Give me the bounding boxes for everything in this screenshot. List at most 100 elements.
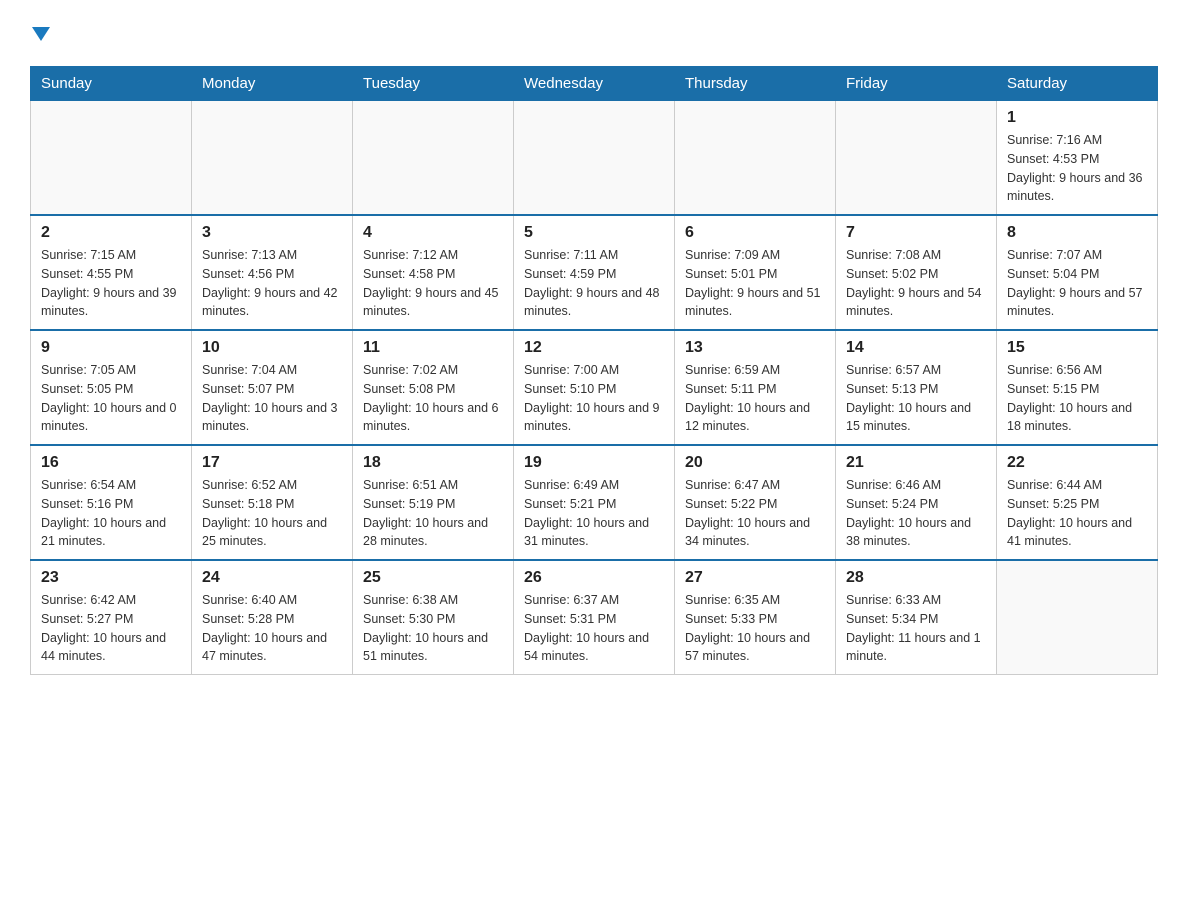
calendar-day xyxy=(836,101,997,216)
day-info: Sunrise: 6:47 AMSunset: 5:22 PMDaylight:… xyxy=(685,476,825,551)
calendar-day: 22 Sunrise: 6:44 AMSunset: 5:25 PMDayligh… xyxy=(997,445,1158,560)
calendar-day xyxy=(31,101,192,216)
day-info: Sunrise: 7:08 AMSunset: 5:02 PMDaylight:… xyxy=(846,246,986,321)
weekday-header-friday: Friday xyxy=(836,67,997,101)
calendar-day xyxy=(192,101,353,216)
day-info: Sunrise: 7:12 AMSunset: 4:58 PMDaylight:… xyxy=(363,246,503,321)
weekday-header-row: SundayMondayTuesdayWednesdayThursdayFrid… xyxy=(31,67,1158,101)
calendar-day: 6 Sunrise: 7:09 AMSunset: 5:01 PMDaylight… xyxy=(675,215,836,330)
calendar-day: 7 Sunrise: 7:08 AMSunset: 5:02 PMDaylight… xyxy=(836,215,997,330)
calendar-week-row: 2 Sunrise: 7:15 AMSunset: 4:55 PMDaylight… xyxy=(31,215,1158,330)
calendar-week-row: 23 Sunrise: 6:42 AMSunset: 5:27 PMDayligh… xyxy=(31,560,1158,675)
day-info: Sunrise: 7:02 AMSunset: 5:08 PMDaylight:… xyxy=(363,361,503,436)
day-number: 8 xyxy=(1007,224,1147,242)
day-info: Sunrise: 6:59 AMSunset: 5:11 PMDaylight:… xyxy=(685,361,825,436)
calendar-day: 1 Sunrise: 7:16 AMSunset: 4:53 PMDaylight… xyxy=(997,101,1158,216)
weekday-header-wednesday: Wednesday xyxy=(514,67,675,101)
day-number: 14 xyxy=(846,339,986,357)
day-number: 19 xyxy=(524,454,664,472)
day-info: Sunrise: 7:16 AMSunset: 4:53 PMDaylight:… xyxy=(1007,131,1147,206)
weekday-header-thursday: Thursday xyxy=(675,67,836,101)
calendar-day: 19 Sunrise: 6:49 AMSunset: 5:21 PMDayligh… xyxy=(514,445,675,560)
day-info: Sunrise: 6:52 AMSunset: 5:18 PMDaylight:… xyxy=(202,476,342,551)
day-number: 5 xyxy=(524,224,664,242)
day-info: Sunrise: 7:05 AMSunset: 5:05 PMDaylight:… xyxy=(41,361,181,436)
day-number: 24 xyxy=(202,569,342,587)
day-info: Sunrise: 7:15 AMSunset: 4:55 PMDaylight:… xyxy=(41,246,181,321)
day-info: Sunrise: 6:46 AMSunset: 5:24 PMDaylight:… xyxy=(846,476,986,551)
weekday-header-saturday: Saturday xyxy=(997,67,1158,101)
weekday-header-sunday: Sunday xyxy=(31,67,192,101)
calendar-week-row: 9Sunrise: 7:05 AMSunset: 5:05 PMDaylight… xyxy=(31,330,1158,445)
day-number: 6 xyxy=(685,224,825,242)
day-number: 20 xyxy=(685,454,825,472)
day-number: 1 xyxy=(1007,109,1147,127)
day-number: 10 xyxy=(202,339,342,357)
day-info: Sunrise: 7:09 AMSunset: 5:01 PMDaylight:… xyxy=(685,246,825,321)
day-number: 22 xyxy=(1007,454,1147,472)
day-number: 15 xyxy=(1007,339,1147,357)
calendar-day: 8 Sunrise: 7:07 AMSunset: 5:04 PMDaylight… xyxy=(997,215,1158,330)
calendar-day: 14 Sunrise: 6:57 AMSunset: 5:13 PMDayligh… xyxy=(836,330,997,445)
logo-top xyxy=(30,20,50,46)
day-number: 18 xyxy=(363,454,503,472)
weekday-header-tuesday: Tuesday xyxy=(353,67,514,101)
day-info: Sunrise: 6:33 AMSunset: 5:34 PMDaylight:… xyxy=(846,591,986,666)
calendar-day: 15 Sunrise: 6:56 AMSunset: 5:15 PMDayligh… xyxy=(997,330,1158,445)
day-info: Sunrise: 7:00 AMSunset: 5:10 PMDaylight:… xyxy=(524,361,664,436)
day-info: Sunrise: 6:56 AMSunset: 5:15 PMDaylight:… xyxy=(1007,361,1147,436)
day-info: Sunrise: 6:51 AMSunset: 5:19 PMDaylight:… xyxy=(363,476,503,551)
calendar-day: 28 Sunrise: 6:33 AMSunset: 5:34 PMDayligh… xyxy=(836,560,997,675)
day-number: 16 xyxy=(41,454,181,472)
day-info: Sunrise: 6:38 AMSunset: 5:30 PMDaylight:… xyxy=(363,591,503,666)
calendar-day: 17Sunrise: 6:52 AMSunset: 5:18 PMDayligh… xyxy=(192,445,353,560)
calendar-day: 5 Sunrise: 7:11 AMSunset: 4:59 PMDaylight… xyxy=(514,215,675,330)
day-info: Sunrise: 6:57 AMSunset: 5:13 PMDaylight:… xyxy=(846,361,986,436)
calendar-day: 23 Sunrise: 6:42 AMSunset: 5:27 PMDayligh… xyxy=(31,560,192,675)
calendar-day: 27 Sunrise: 6:35 AMSunset: 5:33 PMDayligh… xyxy=(675,560,836,675)
calendar-day: 25 Sunrise: 6:38 AMSunset: 5:30 PMDayligh… xyxy=(353,560,514,675)
page-header xyxy=(30,20,1158,46)
day-number: 27 xyxy=(685,569,825,587)
day-number: 25 xyxy=(363,569,503,587)
calendar-day: 26 Sunrise: 6:37 AMSunset: 5:31 PMDayligh… xyxy=(514,560,675,675)
day-info: Sunrise: 6:40 AMSunset: 5:28 PMDaylight:… xyxy=(202,591,342,666)
day-number: 7 xyxy=(846,224,986,242)
calendar-day: 13 Sunrise: 6:59 AMSunset: 5:11 PMDayligh… xyxy=(675,330,836,445)
calendar-day: 4Sunrise: 7:12 AMSunset: 4:58 PMDaylight… xyxy=(353,215,514,330)
logo-triangle-icon xyxy=(32,27,50,41)
day-number: 13 xyxy=(685,339,825,357)
calendar-day: 11Sunrise: 7:02 AMSunset: 5:08 PMDayligh… xyxy=(353,330,514,445)
day-number: 21 xyxy=(846,454,986,472)
calendar-day: 10Sunrise: 7:04 AMSunset: 5:07 PMDayligh… xyxy=(192,330,353,445)
day-number: 26 xyxy=(524,569,664,587)
calendar-day: 24 Sunrise: 6:40 AMSunset: 5:28 PMDayligh… xyxy=(192,560,353,675)
calendar-day: 12 Sunrise: 7:00 AMSunset: 5:10 PMDayligh… xyxy=(514,330,675,445)
day-number: 3 xyxy=(202,224,342,242)
calendar-week-row: 1 Sunrise: 7:16 AMSunset: 4:53 PMDaylight… xyxy=(31,101,1158,216)
calendar-day: 3 Sunrise: 7:13 AMSunset: 4:56 PMDaylight… xyxy=(192,215,353,330)
day-info: Sunrise: 6:37 AMSunset: 5:31 PMDaylight:… xyxy=(524,591,664,666)
calendar-day xyxy=(997,560,1158,675)
day-info: Sunrise: 7:13 AMSunset: 4:56 PMDaylight:… xyxy=(202,246,342,321)
calendar-week-row: 16 Sunrise: 6:54 AMSunset: 5:16 PMDayligh… xyxy=(31,445,1158,560)
calendar-day: 16 Sunrise: 6:54 AMSunset: 5:16 PMDayligh… xyxy=(31,445,192,560)
day-number: 23 xyxy=(41,569,181,587)
day-info: Sunrise: 6:44 AMSunset: 5:25 PMDaylight:… xyxy=(1007,476,1147,551)
calendar-day: 18 Sunrise: 6:51 AMSunset: 5:19 PMDayligh… xyxy=(353,445,514,560)
day-info: Sunrise: 7:11 AMSunset: 4:59 PMDaylight:… xyxy=(524,246,664,321)
day-info: Sunrise: 7:07 AMSunset: 5:04 PMDaylight:… xyxy=(1007,246,1147,321)
day-info: Sunrise: 6:54 AMSunset: 5:16 PMDaylight:… xyxy=(41,476,181,551)
day-number: 2 xyxy=(41,224,181,242)
weekday-header-monday: Monday xyxy=(192,67,353,101)
calendar-day xyxy=(353,101,514,216)
day-info: Sunrise: 6:49 AMSunset: 5:21 PMDaylight:… xyxy=(524,476,664,551)
calendar-day: 21 Sunrise: 6:46 AMSunset: 5:24 PMDayligh… xyxy=(836,445,997,560)
calendar-day xyxy=(514,101,675,216)
day-number: 12 xyxy=(524,339,664,357)
day-number: 28 xyxy=(846,569,986,587)
day-info: Sunrise: 6:35 AMSunset: 5:33 PMDaylight:… xyxy=(685,591,825,666)
day-info: Sunrise: 6:42 AMSunset: 5:27 PMDaylight:… xyxy=(41,591,181,666)
calendar-day: 20 Sunrise: 6:47 AMSunset: 5:22 PMDayligh… xyxy=(675,445,836,560)
calendar-table: SundayMondayTuesdayWednesdayThursdayFrid… xyxy=(30,66,1158,675)
